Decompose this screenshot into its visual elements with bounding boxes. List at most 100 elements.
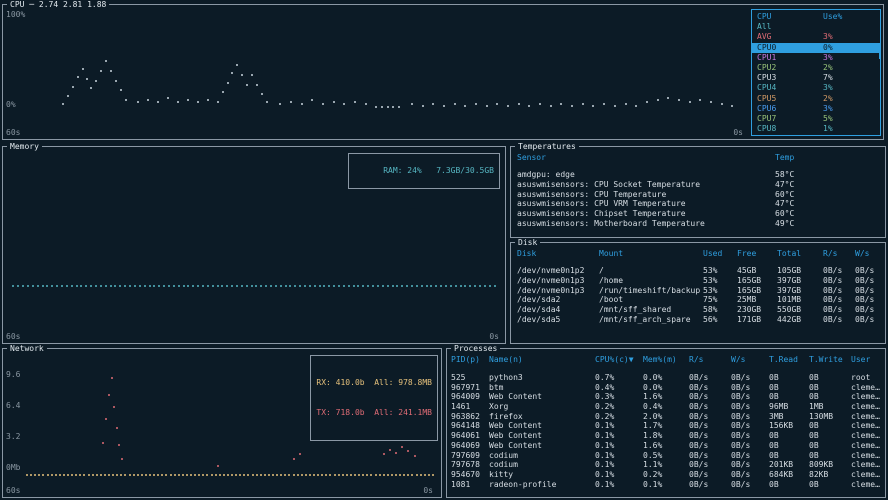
memory-x-left-label: 60s xyxy=(6,333,20,341)
disk-row[interactable]: /dev/sda5/mnt/sff_arch_spare56%171GB442G… xyxy=(511,315,885,325)
temperature-row[interactable]: asuswmisensors: CPU Temperature60°C xyxy=(511,190,885,200)
proc-pid: 797609 xyxy=(451,451,489,461)
disk-row[interactable]: /dev/sda2/boot75%25MB101MB0B/s0B/s xyxy=(511,295,885,305)
proc-user: cleme… xyxy=(851,441,881,451)
graph-dot xyxy=(46,285,48,287)
process-row[interactable]: 1461Xorg0.2%0.4%0B/s0B/s96MB1MBcleme… xyxy=(447,402,885,412)
graph-dot xyxy=(338,285,340,287)
graph-dot xyxy=(144,285,146,287)
graph-dot xyxy=(346,474,348,476)
temperatures-panel[interactable]: Temperatures Sensor Temp amdgpu: edge58°… xyxy=(510,146,886,238)
proc-tread: 156KB xyxy=(769,421,809,431)
graph-dot xyxy=(614,105,616,107)
proc-col-mem-m-[interactable]: Mem%(m) xyxy=(643,355,689,365)
sensor-name: amdgpu: edge xyxy=(517,170,775,180)
proc-col-cpu-c-[interactable]: CPU%(c)▼ xyxy=(595,355,643,365)
temperature-row[interactable]: asuswmisensors: CPU VRM Temperature47°C xyxy=(511,199,885,209)
cpu-legend-row-cpu6[interactable]: CPU63% xyxy=(752,104,880,114)
proc-col-t-write[interactable]: T.Write xyxy=(809,355,851,365)
proc-cpu: 0.1% xyxy=(595,421,643,431)
disk-row[interactable]: /dev/nvme0n1p3/run/timeshift/backup53%16… xyxy=(511,286,885,296)
disk-total: 397GB xyxy=(777,286,823,296)
cpu-panel[interactable]: CPU ─ 2.74 2.81 1.88 100% 0% 60s 0s CPU … xyxy=(2,4,884,140)
process-row[interactable]: 525python30.7%0.0%0B/s0B/s0B0Broot xyxy=(447,373,885,383)
cpu-legend-row-cpu5[interactable]: CPU52% xyxy=(752,94,880,104)
process-row[interactable]: 964061Web Content0.1%1.8%0B/s0B/s0B0Bcle… xyxy=(447,431,885,441)
process-row[interactable]: 963862firefox0.2%2.0%0B/s0B/s3MB130MBcle… xyxy=(447,412,885,422)
proc-twrite: 130MB xyxy=(809,412,851,422)
cpu-legend-row-cpu2[interactable]: CPU22% xyxy=(752,63,880,73)
cpu-legend-row-all[interactable]: All xyxy=(752,22,880,32)
process-row[interactable]: 797678codium0.1%1.1%0B/s0B/s201KB809KBcl… xyxy=(447,460,885,470)
cpu-legend-table[interactable]: CPU Use% AllAVG3%CPU00%CPU13%CPU22%CPU37… xyxy=(751,9,881,136)
temperature-row[interactable]: asuswmisensors: Motherboard Temperature4… xyxy=(511,219,885,229)
graph-dot xyxy=(227,82,229,84)
disk-row[interactable]: /dev/nvme0n1p3/home53%165GB397GB0B/s0B/s xyxy=(511,276,885,286)
temperature-row[interactable]: asuswmisensors: Chipset Temperature60°C xyxy=(511,209,885,219)
disk-write: 0B/s xyxy=(855,305,879,315)
temperatures-header-row: Sensor Temp xyxy=(511,153,885,163)
graph-dot xyxy=(301,103,303,105)
graph-dot xyxy=(255,285,257,287)
network-legend-box: RX: 410.0b All: 978.8MB TX: 718.0b All: … xyxy=(310,355,438,441)
proc-col-t-read[interactable]: T.Read xyxy=(769,355,809,365)
graph-dot xyxy=(30,474,32,476)
proc-rs: 0B/s xyxy=(689,441,731,451)
cpu-legend-value: 2% xyxy=(823,94,875,104)
disk-col-free: Free xyxy=(737,249,777,259)
process-row[interactable]: 964069Web Content0.1%1.6%0B/s0B/s0B0Bcle… xyxy=(447,441,885,451)
graph-dot xyxy=(173,285,175,287)
graph-dot xyxy=(285,285,287,287)
cpu-legend-label: CPU1 xyxy=(757,53,823,63)
cpu-legend-row-cpu0[interactable]: CPU00% xyxy=(752,43,880,53)
graph-dot xyxy=(207,285,209,287)
proc-col-pid-p-[interactable]: PID(p) xyxy=(451,355,489,365)
graph-dot xyxy=(100,474,102,476)
cpu-legend-scrollbar[interactable] xyxy=(879,48,881,59)
disk-total: 397GB xyxy=(777,276,823,286)
proc-col-w-s[interactable]: W/s xyxy=(731,355,769,365)
proc-col-r-s[interactable]: R/s xyxy=(689,355,731,365)
network-panel[interactable]: Network 9.66.43.20Mb 60s 0s RX: 410.0b A… xyxy=(2,348,442,498)
processes-panel[interactable]: Processes PID(p)Name(n)CPU%(c)▼Mem%(m)R/… xyxy=(446,348,886,498)
cpu-legend-row-cpu7[interactable]: CPU75% xyxy=(752,114,880,124)
cpu-legend-row-cpu4[interactable]: CPU43% xyxy=(752,83,880,93)
process-row[interactable]: 964148Web Content0.1%1.7%0B/s0B/s156KB0B… xyxy=(447,421,885,431)
proc-ws: 0B/s xyxy=(731,383,769,393)
memory-panel[interactable]: Memory RAM: 24% 7.3GB/30.5GB 60s 0s xyxy=(2,146,506,344)
process-row[interactable]: 797609codium0.1%0.5%0B/s0B/s0B0Bcleme… xyxy=(447,451,885,461)
temperatures-panel-title: Temperatures xyxy=(515,142,579,151)
proc-col-name-n-[interactable]: Name(n) xyxy=(489,355,595,365)
disk-row[interactable]: /dev/sda4/mnt/sff_shared58%230GB550GB0B/… xyxy=(511,305,885,315)
graph-dot xyxy=(114,285,116,287)
cpu-legend-row-cpu1[interactable]: CPU13% xyxy=(752,53,880,63)
graph-dot xyxy=(432,474,434,476)
process-row[interactable]: 954670kitty0.1%0.2%0B/s0B/s684KB82KBclem… xyxy=(447,470,885,480)
process-row[interactable]: 967971btm0.4%0.0%0B/s0B/s0B0Bcleme… xyxy=(447,383,885,393)
graph-dot xyxy=(88,474,90,476)
graph-dot xyxy=(118,444,120,446)
disk-write: 0B/s xyxy=(855,295,879,305)
cpu-legend-row-avg[interactable]: AVG3% xyxy=(752,32,880,42)
process-row[interactable]: 964009Web Content0.3%1.6%0B/s0B/s0B0Bcle… xyxy=(447,392,885,402)
process-row[interactable]: 1081radeon-profile0.1%0.1%0B/s0B/s0B0Bcl… xyxy=(447,480,885,490)
cpu-legend-value xyxy=(823,22,875,32)
disk-device: /dev/nvme0n1p3 xyxy=(517,286,599,296)
graph-dot xyxy=(222,91,224,93)
cpu-legend-row-cpu3[interactable]: CPU37% xyxy=(752,73,880,83)
disk-row[interactable]: /dev/nvme0n1p2/53%45GB105GB0B/s0B/s xyxy=(511,266,885,276)
graph-dot xyxy=(389,449,391,451)
proc-user: cleme… xyxy=(851,392,881,402)
disk-panel[interactable]: Disk DiskMountUsedFreeTotalR/sW/s /dev/n… xyxy=(510,242,886,344)
proc-cpu: 0.2% xyxy=(595,412,643,422)
temperature-row[interactable]: amdgpu: edge58°C xyxy=(511,170,885,180)
network-y-label: 0Mb xyxy=(6,464,20,472)
proc-user: cleme… xyxy=(851,402,881,412)
proc-col-user[interactable]: User xyxy=(851,355,881,365)
graph-dot xyxy=(343,285,345,287)
proc-mem: 1.6% xyxy=(643,392,689,402)
graph-dot xyxy=(411,474,413,476)
graph-dot xyxy=(489,285,491,287)
temperature-row[interactable]: asuswmisensors: CPU Socket Temperature47… xyxy=(511,180,885,190)
cpu-legend-row-cpu8[interactable]: CPU81% xyxy=(752,124,880,134)
